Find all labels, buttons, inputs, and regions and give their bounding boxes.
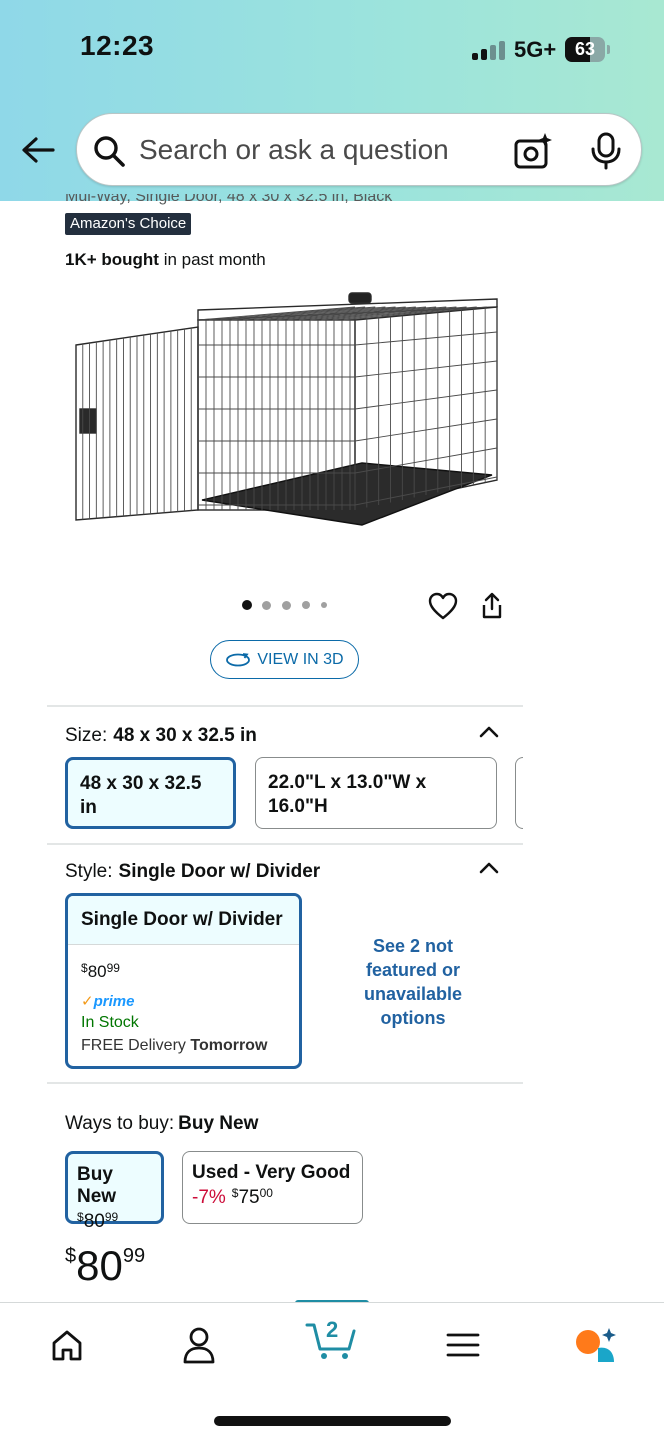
nav-menu[interactable] [446,1325,480,1365]
price-fraction: 00 [259,1186,273,1200]
style-label: Style: Single Door w/ Divider [65,861,320,883]
network-type: 5G+ [514,37,557,62]
signal-icon [472,40,508,60]
home-indicator [214,1416,451,1426]
nav-rufus[interactable] [574,1325,618,1365]
style-selected-value: Single Door w/ Divider [118,861,321,882]
chevron-up-icon[interactable] [478,724,500,738]
microphone-icon[interactable] [589,132,623,170]
account-icon [183,1327,215,1364]
buy-option-title: Used - Very Good [192,1162,351,1183]
menu-icon [446,1333,480,1357]
used-very-good-option[interactable]: Used - Very Good -7% $7500 [182,1151,363,1224]
stock-status: In Stock [81,1014,139,1031]
pagination-dot[interactable] [262,601,271,610]
size-option-selected[interactable]: 48 x 30 x 32.5 in [65,757,236,829]
battery-level: 63 [574,39,596,59]
price-currency: $ [77,1210,84,1224]
size-option[interactable]: 22.0"L x 13.0"W x 16.0"H [255,757,497,829]
amazons-choice-badge: Amazon's Choice [65,213,192,235]
camera-lens-icon[interactable] [513,131,553,171]
buy-option-title: Buy New [77,1164,117,1207]
price-whole: 80 [76,1242,123,1289]
ways-to-buy-label-text: Ways to buy: [65,1113,175,1134]
home-icon [52,1330,82,1361]
rotate-3d-icon [226,652,251,666]
delivery-info: FREE Delivery Tomorrow [81,1037,267,1055]
bought-count-bold: 1K+ bought [65,250,159,269]
back-arrow-icon [22,137,55,163]
view-in-3d-label: VIEW IN 3D [257,650,344,668]
prime-check-icon: ✓ [81,993,94,1010]
ways-to-buy-selected: Buy New [178,1113,259,1134]
bought-count-rest: in past month [158,250,266,269]
buy-new-option[interactable]: Buy New $8099 [65,1151,164,1232]
share-icon[interactable] [480,592,504,620]
size-label-text: Size: [65,725,108,746]
buy-option-price: $8099 [77,1210,152,1233]
ways-to-buy-label: Ways to buy: Buy New [65,1113,258,1135]
price-whole: 80 [87,962,107,981]
price-fraction: 99 [104,1210,119,1224]
top-header: 12:23 5G+ 63 [0,0,664,201]
style-option-card[interactable]: Single Door w/ Divider $8099 ✓prime In S… [65,893,302,1069]
price-whole: 75 [238,1187,260,1208]
price-currency: $ [65,1245,77,1267]
price-currency: $ [81,961,88,975]
main-price: $8099 [65,1242,145,1290]
pagination-dot[interactable] [302,601,310,609]
battery-icon: 63 [565,37,605,62]
product-image-dog-crate[interactable] [62,285,512,570]
size-selected-value: 48 x 30 x 32.5 in [113,725,257,746]
size-option-partial[interactable] [515,757,523,829]
delivery-day: Tomorrow [190,1037,268,1054]
style-card-title: Single Door w/ Divider [68,896,299,945]
discount-percent: -7% [192,1187,226,1208]
see-unavailable-options-link[interactable]: See 2 not featured or unavailable option… [345,934,481,1030]
buy-option-price: -7% $7500 [192,1186,353,1209]
back-button[interactable] [18,132,58,168]
search-bar[interactable] [76,113,642,186]
style-card-price: $8099 [81,961,120,982]
status-time: 12:23 [80,30,155,61]
rufus-icon [576,1328,616,1362]
bought-count: 1K+ bought in past month [65,250,266,270]
battery-tip [607,45,610,54]
delivery-prefix: FREE Delivery [81,1037,191,1054]
search-icon [94,136,125,167]
cart-count: 2 [326,1317,339,1342]
nav-cart[interactable]: 2 [304,1317,360,1359]
prime-label: prime [93,993,135,1010]
heart-icon[interactable] [428,592,458,620]
price-whole: 80 [83,1211,105,1232]
pagination-dot[interactable] [282,601,291,610]
chevron-up-icon[interactable] [478,860,500,874]
price-fraction: 99 [106,961,120,975]
section-divider [47,1082,523,1084]
size-label: Size: 48 x 30 x 32.5 in [65,725,257,747]
price-fraction: 99 [122,1245,146,1267]
pagination-dot[interactable] [321,602,327,608]
section-divider [47,843,523,845]
style-label-text: Style: [65,861,113,882]
nav-home[interactable] [46,1325,88,1365]
view-in-3d-button[interactable]: VIEW IN 3D [210,640,359,679]
search-input[interactable] [139,130,499,170]
pagination-dot[interactable] [242,600,252,610]
section-divider [47,705,523,707]
nav-account[interactable] [178,1325,220,1365]
prime-badge: ✓prime [81,992,134,1010]
